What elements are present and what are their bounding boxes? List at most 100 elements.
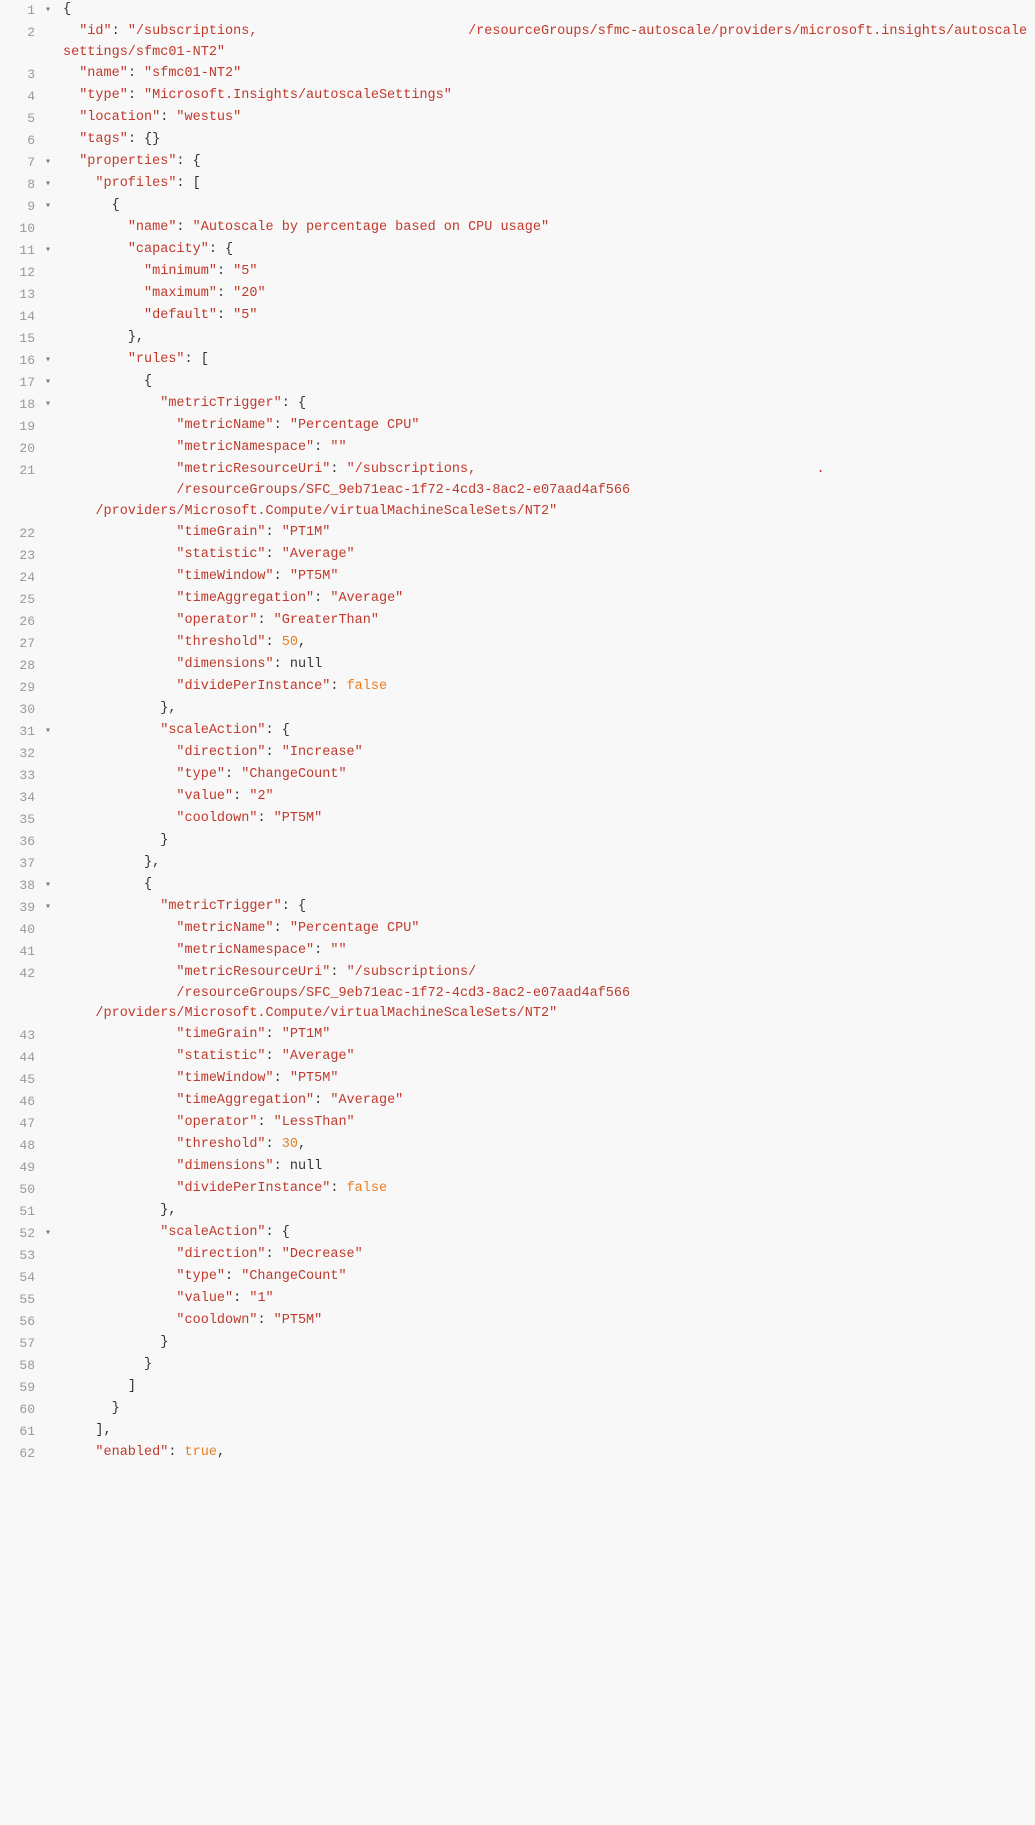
line-arrow <box>45 64 61 67</box>
line-number: 19 <box>0 416 45 437</box>
code-line: 6 "tags": {} <box>0 130 1035 152</box>
key-token: "statistic" <box>176 547 265 562</box>
key-token: "metricTrigger" <box>160 899 282 914</box>
line-arrow <box>45 1113 61 1116</box>
line-content: "scaleAction": { <box>61 721 1035 742</box>
key-token: "metricNamespace" <box>176 943 314 958</box>
code-line: 4 "type": "Microsoft.Insights/autoscaleS… <box>0 86 1035 108</box>
line-content: "capacity": { <box>61 240 1035 261</box>
line-arrow[interactable]: ▾ <box>45 394 61 413</box>
punct-token: { <box>112 198 120 213</box>
punct-token: : [ <box>185 352 209 367</box>
code-line: 1▾{ <box>0 0 1035 22</box>
punct-token: : <box>128 88 144 103</box>
line-arrow[interactable]: ▾ <box>45 875 61 894</box>
line-arrow[interactable]: ▾ <box>45 174 61 193</box>
code-line: 23 "statistic": "Average" <box>0 545 1035 567</box>
punct-token: : <box>266 1137 282 1152</box>
key-token: "timeWindow" <box>176 1071 273 1086</box>
code-line: 25 "timeAggregation": "Average" <box>0 589 1035 611</box>
line-arrow <box>45 809 61 812</box>
punct-token: : [ <box>176 176 200 191</box>
key-token: "metricResourceUri" <box>176 462 330 477</box>
line-content: } <box>61 1355 1035 1376</box>
line-arrow[interactable]: ▾ <box>45 721 61 740</box>
code-line: 58 } <box>0 1355 1035 1377</box>
key-token: "statistic" <box>176 1049 265 1064</box>
line-content: "rules": [ <box>61 350 1035 371</box>
key-token: "scaleAction" <box>160 1225 265 1240</box>
punct-token: : { <box>282 396 306 411</box>
code-line: 42 "metricResourceUri": "/subscriptions/… <box>0 963 1035 1026</box>
line-content: ], <box>61 1421 1035 1442</box>
line-number: 6 <box>0 130 45 151</box>
code-line: 18▾ "metricTrigger": { <box>0 394 1035 416</box>
key-token: "direction" <box>176 1247 265 1262</box>
line-arrow[interactable]: ▾ <box>45 1223 61 1242</box>
punct-token: }, <box>128 330 144 345</box>
code-line: 52▾ "scaleAction": { <box>0 1223 1035 1245</box>
line-arrow <box>45 633 61 636</box>
line-arrow <box>45 611 61 614</box>
line-arrow <box>45 284 61 287</box>
string-val-token: "Average" <box>282 547 355 562</box>
punct-token: : <box>266 1247 282 1262</box>
line-arrow[interactable]: ▾ <box>45 152 61 171</box>
line-number: 30 <box>0 699 45 720</box>
punct-token: : { <box>176 154 200 169</box>
line-content: }, <box>61 699 1035 720</box>
line-arrow <box>45 567 61 570</box>
punct-token: : <box>330 462 346 477</box>
punct-token: : <box>274 418 290 433</box>
line-arrow <box>45 941 61 944</box>
string-val-token: "Average" <box>282 1049 355 1064</box>
line-number: 9 <box>0 196 45 217</box>
line-arrow[interactable]: ▾ <box>45 897 61 916</box>
line-arrow[interactable]: ▾ <box>45 196 61 215</box>
string-val-token: "/subscriptions, /resourceGroups/sfmc-au… <box>63 24 1027 60</box>
line-arrow[interactable]: ▾ <box>45 240 61 259</box>
punct-token: } <box>160 1335 168 1350</box>
punct-token: , <box>217 1445 225 1460</box>
line-arrow[interactable]: ▾ <box>45 350 61 369</box>
punct-token: } <box>160 833 168 848</box>
line-number: 35 <box>0 809 45 830</box>
line-arrow[interactable]: ▾ <box>45 0 61 19</box>
string-val-token: "5" <box>233 308 257 323</box>
key-token: "metricName" <box>176 418 273 433</box>
code-line: 5 "location": "westus" <box>0 108 1035 130</box>
line-content: "threshold": 30, <box>61 1135 1035 1156</box>
punct-token: : <box>266 745 282 760</box>
punct-token: : <box>217 308 233 323</box>
line-number: 33 <box>0 765 45 786</box>
string-val-token: "PT5M" <box>274 1313 323 1328</box>
line-number: 55 <box>0 1289 45 1310</box>
line-arrow <box>45 262 61 265</box>
punct-token: ], <box>95 1423 111 1438</box>
code-line: 39▾ "metricTrigger": { <box>0 897 1035 919</box>
punct-token: : { <box>266 723 290 738</box>
code-line: 8▾ "profiles": [ <box>0 174 1035 196</box>
line-content: "id": "/subscriptions, /resourceGroups/s… <box>61 22 1035 64</box>
line-content: "value": "2" <box>61 787 1035 808</box>
line-arrow <box>45 1399 61 1402</box>
code-line: 31▾ "scaleAction": { <box>0 721 1035 743</box>
punct-token: { <box>144 374 152 389</box>
string-val-token: "2" <box>249 789 273 804</box>
line-content: "value": "1" <box>61 1289 1035 1310</box>
line-arrow <box>45 1443 61 1446</box>
punct-token: : <box>330 965 346 980</box>
punct-token: } <box>144 1357 152 1372</box>
punct-token: : <box>233 1291 249 1306</box>
punct-token: : <box>128 66 144 81</box>
line-number: 13 <box>0 284 45 305</box>
key-token: "name" <box>128 220 177 235</box>
punct-token: : <box>176 220 192 235</box>
line-arrow[interactable]: ▾ <box>45 372 61 391</box>
punct-token: } <box>112 1401 120 1416</box>
line-number: 48 <box>0 1135 45 1156</box>
line-number: 28 <box>0 655 45 676</box>
key-token: "type" <box>79 88 128 103</box>
line-arrow <box>45 130 61 133</box>
code-line: 9▾ { <box>0 196 1035 218</box>
